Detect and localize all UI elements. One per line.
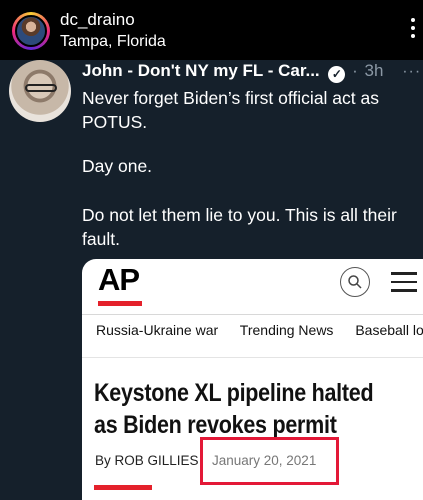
separator-dot: · [352,61,358,80]
tweet-text-line: Day one. [82,156,153,176]
article-headline: Keystone XL pipeline halted as Biden rev… [94,379,374,439]
divider [82,357,423,358]
profile-avatar[interactable] [12,12,50,50]
tweet-author-row: John - Don't NY my FL - Car... ✓ · 3h ··… [82,61,422,85]
ap-logo: AP [98,262,140,297]
article-nav: Russia-Ukraine war Trending News Basebal… [96,322,423,338]
verified-badge-icon: ✓ [328,66,346,83]
tweet-more-icon: ··· [402,63,422,80]
date-highlight-box [200,437,339,485]
avatar-image [15,15,47,47]
nav-item: Russia-Ukraine war [96,322,219,338]
nav-item: Baseball lockout [355,322,423,338]
tweet-screenshot: John - Don't NY my FL - Car... ✓ · 3h ··… [0,60,423,500]
logo-underline [98,301,142,306]
post-username[interactable]: dc_draino [60,10,135,30]
nav-item: Trending News [239,322,334,338]
divider [82,314,423,315]
tweet-text-line: Do not let them lie to you. This is all … [82,205,397,249]
post-location[interactable]: Tampa, Florida [60,33,166,51]
menu-icon [391,272,417,292]
post-header: dc_draino Tampa, Florida [0,0,423,60]
search-icon [340,267,370,297]
tweet-text-line: Never forget Biden’s first official act … [82,88,379,132]
tweet-timestamp: 3h [364,61,384,80]
article-byline: By ROB GILLIES [95,453,199,468]
tweet-author-avatar [9,60,71,122]
glasses-shape [25,84,57,92]
article-card: AP Russia-Ukraine war Trending News Base… [82,259,423,500]
more-vertical-icon[interactable] [409,18,417,40]
accent-bar [94,485,152,490]
tweet-author-name: John - Don't NY my FL - Car... [82,61,320,80]
